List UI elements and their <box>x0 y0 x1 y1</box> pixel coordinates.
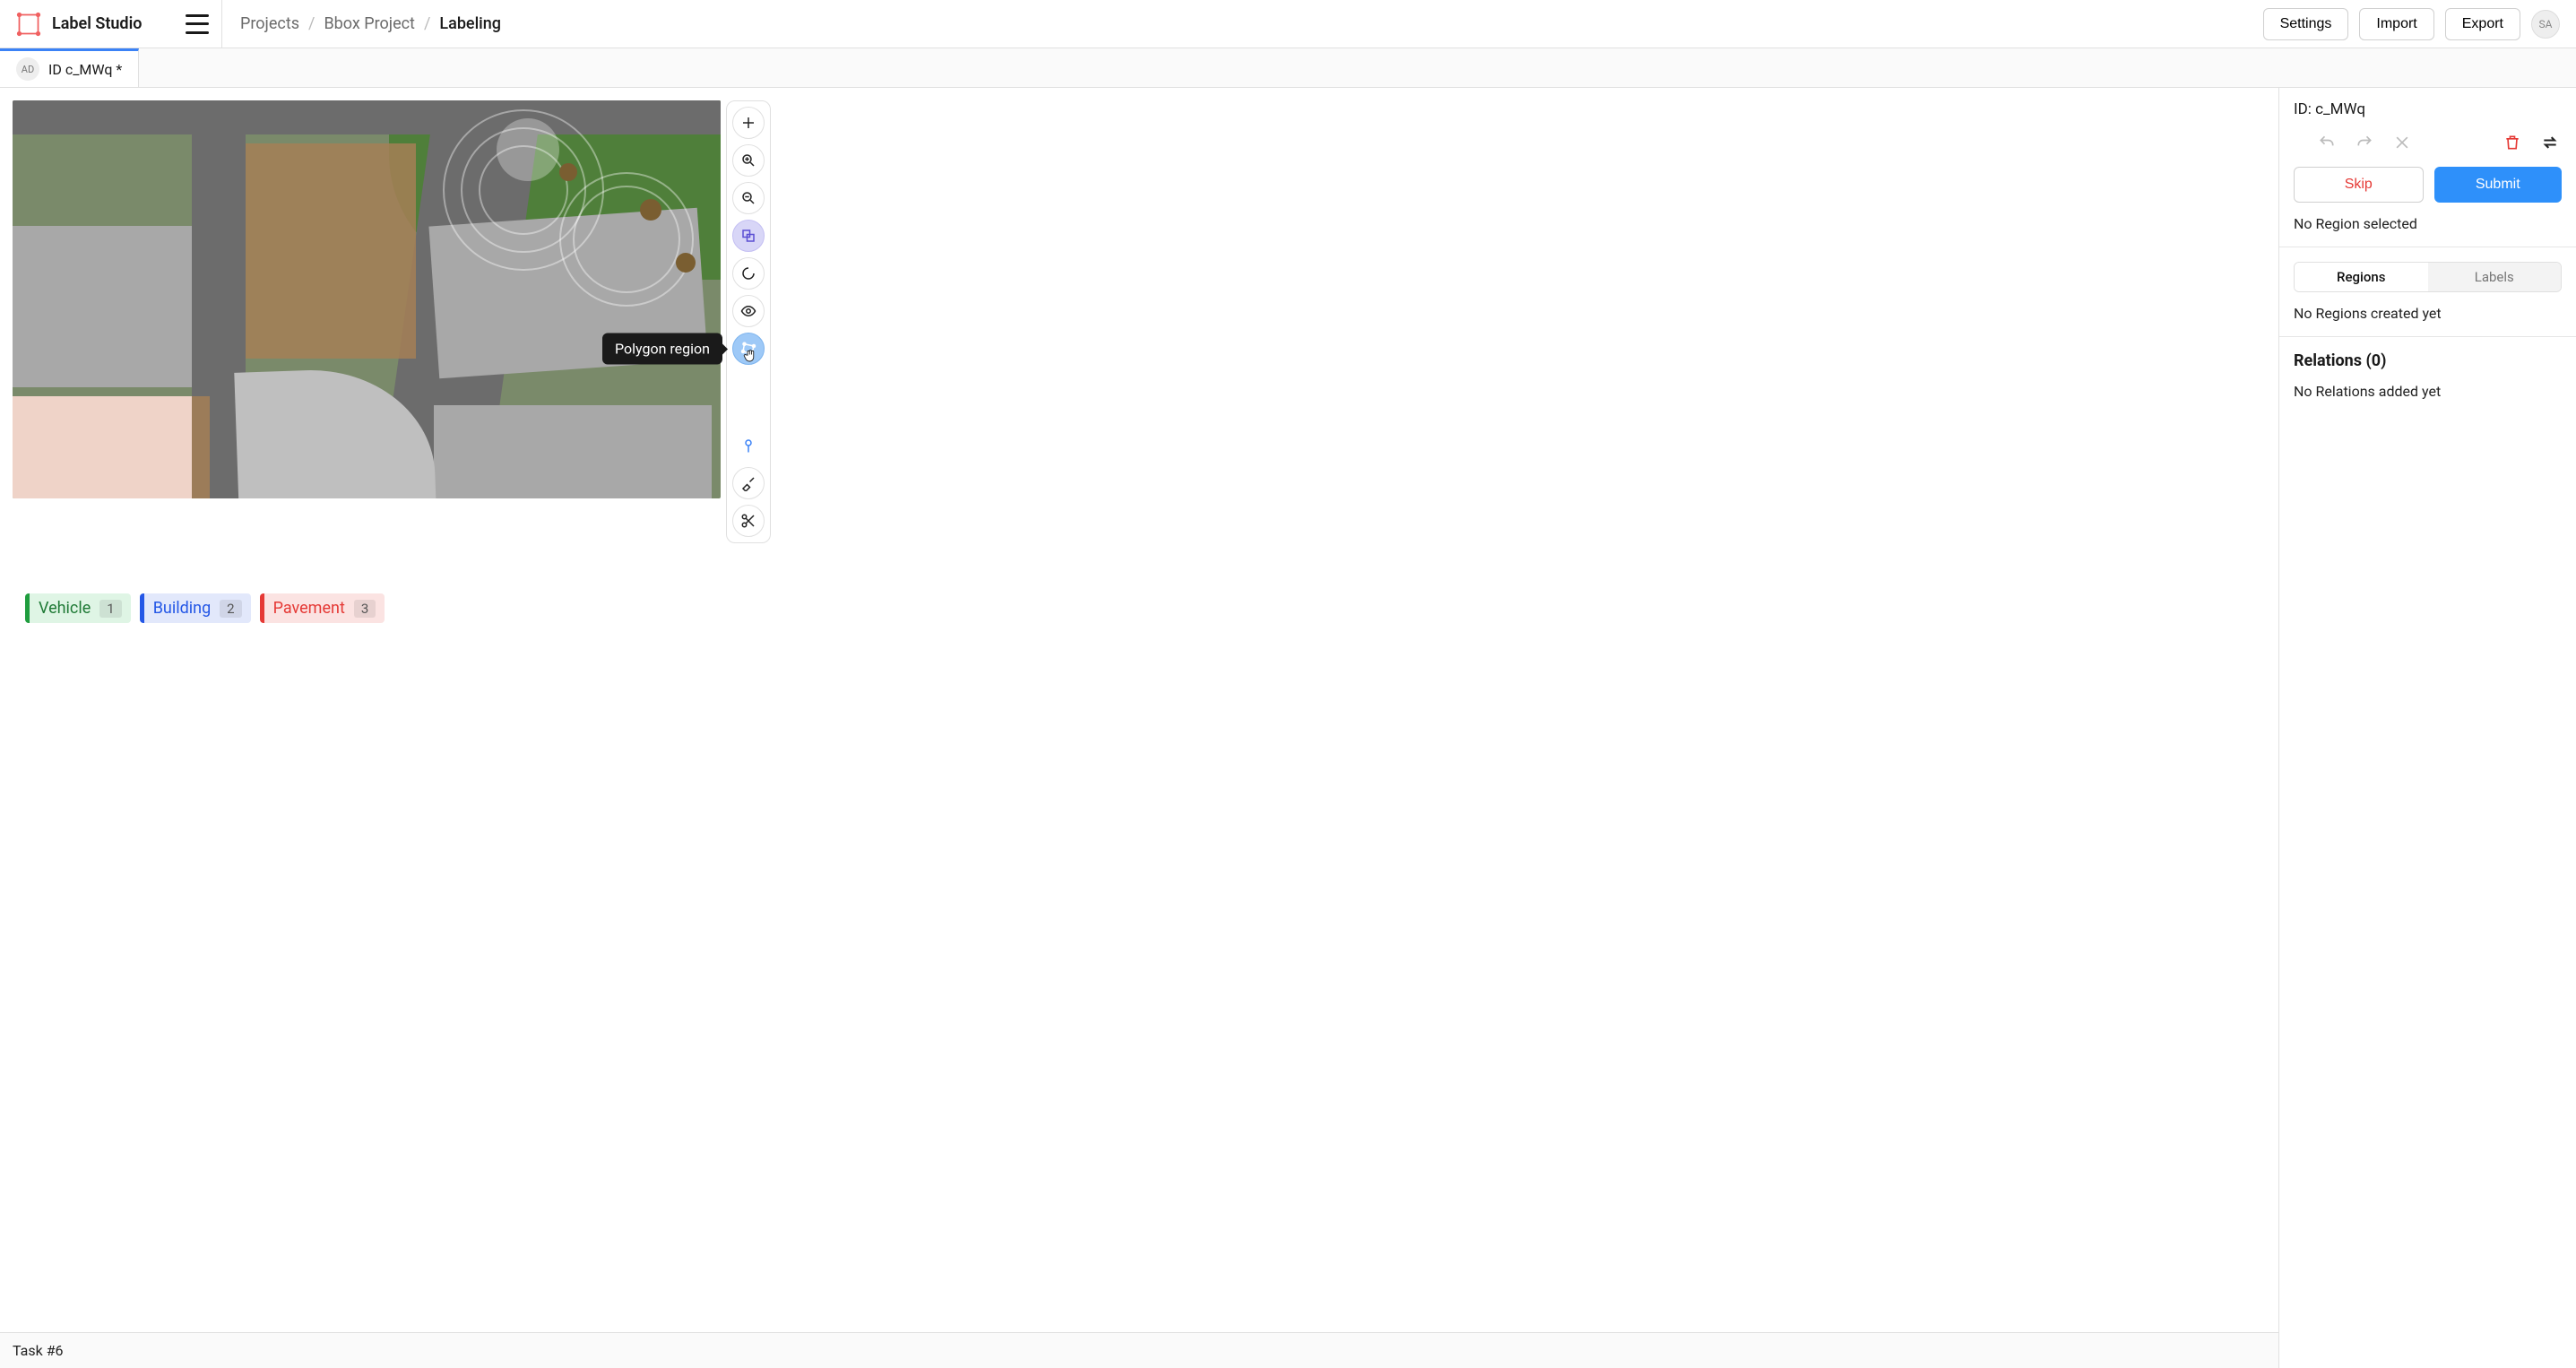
task-tab[interactable]: AD ID c_MWq * <box>0 48 139 87</box>
label-name: Building <box>153 599 211 618</box>
logo-zone: Label Studio <box>0 0 222 48</box>
image-toolbar: Polygon region <box>726 100 771 543</box>
no-region-text: No Region selected <box>2294 215 2562 232</box>
undo-icon[interactable] <box>2315 131 2338 154</box>
sidebar: ID: c_MWq Skip Submit No Region selected… <box>2278 88 2576 1368</box>
no-regions-msg: No Regions created yet <box>2294 305 2562 322</box>
app-logo-icon <box>16 12 41 37</box>
breadcrumb-current: Labeling <box>439 14 501 33</box>
tool-tooltip: Polygon region <box>602 333 722 365</box>
no-relations-msg: No Relations added yet <box>2294 383 2562 400</box>
close-icon[interactable] <box>2390 131 2414 154</box>
brush-tool-icon[interactable] <box>732 467 765 499</box>
user-avatar[interactable]: SA <box>2531 10 2560 39</box>
footer: Task #6 <box>0 1332 2278 1368</box>
zoom-out-icon[interactable] <box>732 182 765 214</box>
tab-badge: AD <box>16 57 39 81</box>
tab-row: AD ID c_MWq * <box>0 48 2576 88</box>
breadcrumb-separator: / <box>308 14 315 33</box>
overlap-tool-icon[interactable] <box>732 220 765 252</box>
sidebar-task-id: ID: c_MWq <box>2294 100 2365 118</box>
label-hotkey: 1 <box>99 600 121 618</box>
scissors-tool-icon[interactable] <box>732 505 765 537</box>
keypoint-tool-icon[interactable] <box>732 429 765 462</box>
menu-icon[interactable] <box>186 14 209 34</box>
tab-regions[interactable]: Regions <box>2295 263 2428 291</box>
labels-row: Vehicle 1 Building 2 Pavement 3 <box>13 588 2266 639</box>
label-hotkey: 3 <box>354 600 376 618</box>
sidebar-tabs: Regions Labels <box>2294 262 2562 292</box>
rotate-tool-icon[interactable] <box>732 257 765 290</box>
breadcrumb-project[interactable]: Bbox Project <box>324 14 415 33</box>
import-button[interactable]: Import <box>2359 8 2433 40</box>
submit-button[interactable]: Submit <box>2434 167 2563 203</box>
skip-button[interactable]: Skip <box>2294 167 2424 203</box>
zoom-in-icon[interactable] <box>732 144 765 177</box>
label-name: Vehicle <box>39 599 91 618</box>
top-actions: Settings Import Export SA <box>2263 8 2576 40</box>
label-hotkey: 2 <box>220 600 241 618</box>
breadcrumb-projects[interactable]: Projects <box>240 14 299 33</box>
tab-title: ID c_MWq * <box>48 61 122 78</box>
app-name: Label Studio <box>52 14 142 33</box>
tab-labels[interactable]: Labels <box>2428 263 2562 291</box>
label-vehicle[interactable]: Vehicle 1 <box>25 593 131 623</box>
breadcrumb-separator: / <box>424 14 430 33</box>
label-name: Pavement <box>273 599 345 618</box>
relations-heading: Relations (0) <box>2294 351 2562 370</box>
annotation-image[interactable] <box>13 100 721 498</box>
settings-button[interactable]: Settings <box>2263 8 2349 40</box>
task-id: Task #6 <box>13 1342 64 1359</box>
export-button[interactable]: Export <box>2445 8 2520 40</box>
label-building[interactable]: Building 2 <box>140 593 251 623</box>
delete-icon[interactable] <box>2501 131 2524 154</box>
swap-icon[interactable] <box>2538 131 2562 154</box>
redo-icon[interactable] <box>2353 131 2376 154</box>
topbar: Label Studio Projects / Bbox Project / L… <box>0 0 2576 48</box>
polygon-tool-icon[interactable]: Polygon region <box>732 333 765 365</box>
pan-tool-icon[interactable] <box>732 107 765 139</box>
breadcrumb: Projects / Bbox Project / Labeling <box>222 14 2263 33</box>
visibility-icon[interactable] <box>732 295 765 327</box>
label-pavement[interactable]: Pavement 3 <box>260 593 385 623</box>
